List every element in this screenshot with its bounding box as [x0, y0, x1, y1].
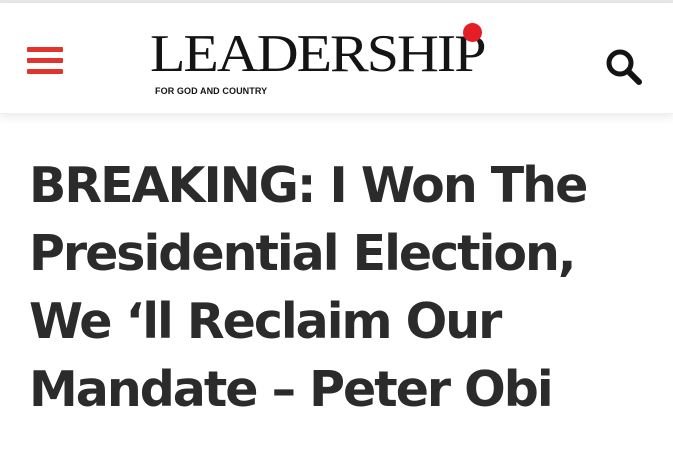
menu-bar [27, 69, 63, 74]
logo-red-dot [463, 23, 482, 42]
logo-tagline: FOR GOD AND COUNTRY [155, 86, 268, 96]
hamburger-menu-icon[interactable] [27, 45, 65, 79]
site-header: LEADERSHIP FOR GOD AND COUNTRY [0, 3, 673, 114]
menu-bar [27, 58, 63, 63]
menu-bar [27, 47, 63, 52]
site-logo[interactable]: LEADERSHIP FOR GOD AND COUNTRY [150, 23, 530, 101]
article-headline[interactable]: BREAKING: I Won The Presidential Electio… [29, 152, 649, 424]
search-icon[interactable] [604, 47, 644, 87]
logo-wordmark: LEADERSHIP [150, 23, 486, 84]
